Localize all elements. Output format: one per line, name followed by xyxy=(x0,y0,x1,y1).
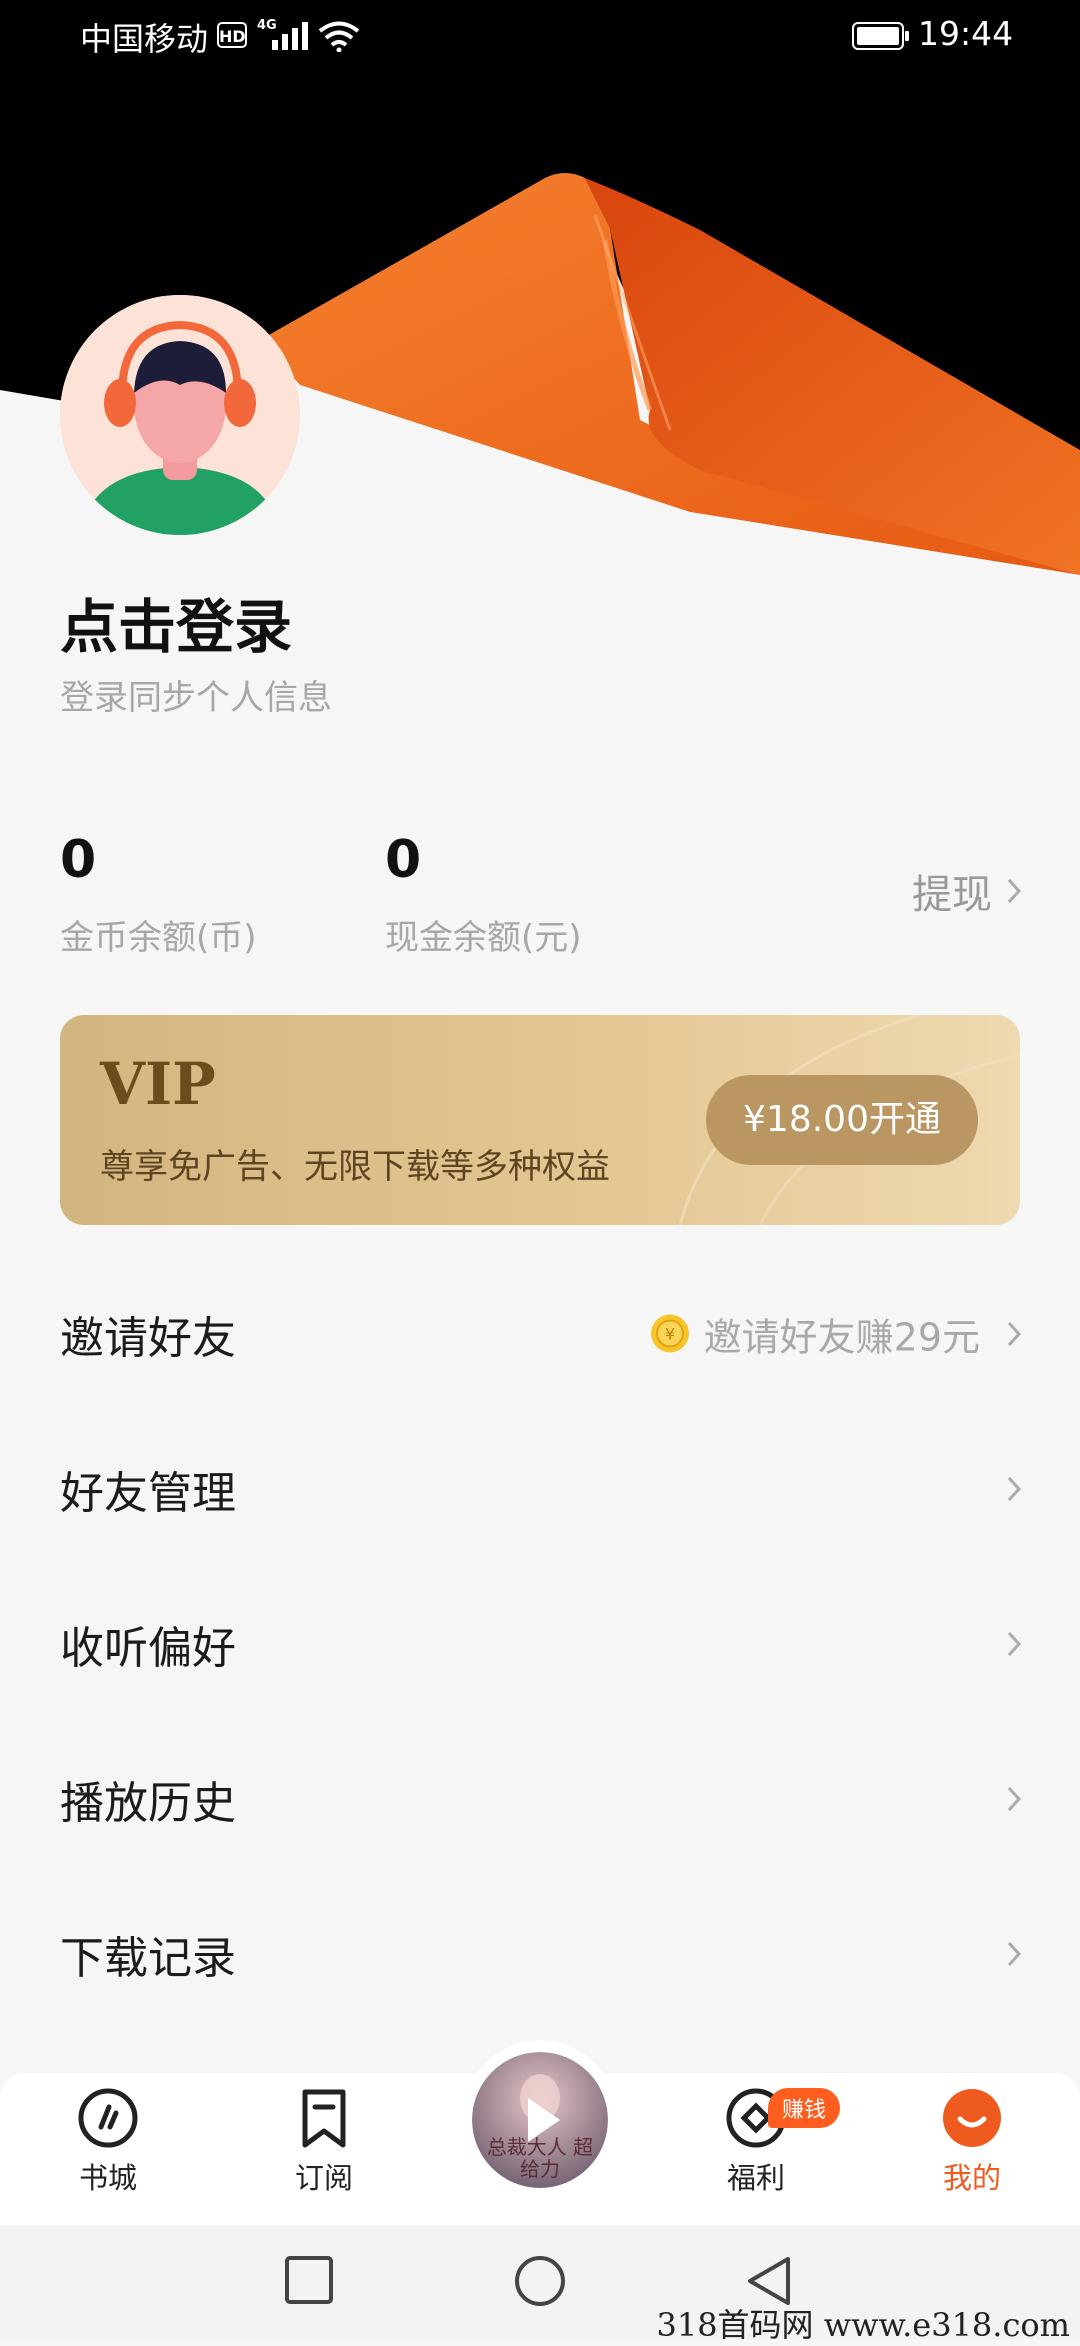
bookmark-icon xyxy=(302,2089,346,2148)
carrier-name: 中国移动 xyxy=(80,20,209,58)
nav-label: 书城 xyxy=(78,2161,137,2195)
vip-title: VIP xyxy=(100,1050,216,1118)
vip-banner[interactable]: VIP 尊享免广告、无限下载等多种权益 ¥18.00开通 xyxy=(60,1015,1020,1225)
status-bar: 中国移动 HD 4G 19:44 xyxy=(0,0,1080,75)
chevron-right-icon xyxy=(1007,878,1022,904)
hd-icon: HD xyxy=(217,22,247,48)
coin-balance-value: 0 xyxy=(60,830,97,890)
menu-item-label: 邀请好友 xyxy=(60,1312,236,1364)
withdraw-button[interactable]: 提现 xyxy=(912,862,1022,920)
menu-item-listening-preferences[interactable]: 收听偏好 xyxy=(0,1566,1080,1721)
menu-item-label: 好友管理 xyxy=(60,1467,236,1519)
bookstore-icon xyxy=(78,2088,138,2148)
clock: 19:44 xyxy=(918,14,1014,53)
wifi-icon xyxy=(318,21,360,52)
menu-item-invite-friends[interactable]: 邀请好友 ¥ 邀请好友赚29元 xyxy=(0,1256,1080,1411)
login-title[interactable]: 点击登录 xyxy=(60,580,292,664)
signal-icon xyxy=(272,22,308,50)
invite-reward-hint: ¥ 邀请好友赚29元 xyxy=(650,1306,980,1361)
chevron-right-icon xyxy=(1007,1941,1022,1966)
cash-balance-value: 0 xyxy=(385,830,422,890)
nav-subscriptions[interactable]: 订阅 xyxy=(244,2087,404,2217)
avatar[interactable] xyxy=(60,295,300,535)
menu-item-label: 收听偏好 xyxy=(60,1622,236,1674)
nav-label: 福利 xyxy=(726,2161,785,2195)
recent-apps-icon[interactable] xyxy=(284,2255,334,2305)
profile-icon xyxy=(943,2089,1001,2147)
coin-icon: ¥ xyxy=(650,1314,689,1353)
vip-subscribe-button[interactable]: ¥18.00开通 xyxy=(706,1075,978,1165)
home-icon[interactable] xyxy=(514,2255,566,2307)
vip-description: 尊享免广告、无限下载等多种权益 xyxy=(100,1147,610,1187)
headphone-avatar-icon xyxy=(60,295,300,535)
chevron-right-icon xyxy=(1007,1631,1022,1656)
chevron-right-icon xyxy=(1007,1786,1022,1811)
withdraw-label: 提现 xyxy=(912,872,992,918)
earn-money-badge: 赚钱 xyxy=(768,2088,841,2128)
nav-label: 我的 xyxy=(942,2161,1001,2195)
play-icon xyxy=(528,2098,560,2142)
nav-bookstore[interactable]: 书城 xyxy=(28,2087,188,2217)
menu-item-download-records[interactable]: 下载记录 xyxy=(0,1876,1080,2031)
battery-icon xyxy=(852,22,909,50)
coin-balance-label: 金币余额(币) xyxy=(60,918,257,958)
invite-hint-text: 邀请好友赚29元 xyxy=(703,1315,980,1359)
login-subtitle: 登录同步个人信息 xyxy=(60,678,332,718)
menu-item-play-history[interactable]: 播放历史 xyxy=(0,1721,1080,1876)
nav-profile[interactable]: 我的 xyxy=(892,2087,1052,2217)
chevron-right-icon xyxy=(1007,1476,1022,1501)
menu-item-label: 下载记录 xyxy=(60,1932,236,1984)
menu-item-friend-management[interactable]: 好友管理 xyxy=(0,1411,1080,1566)
nav-label: 订阅 xyxy=(294,2161,353,2195)
chevron-right-icon xyxy=(1007,1321,1022,1346)
mini-player-button[interactable]: 总裁大人 超给力 xyxy=(472,2052,608,2188)
watermark-text: 318首码网 www.e318.com xyxy=(656,2306,1070,2344)
menu-item-label: 播放历史 xyxy=(60,1777,236,1829)
svg-text:¥: ¥ xyxy=(665,1325,675,1344)
cash-balance-label: 现金余额(元) xyxy=(385,918,582,958)
